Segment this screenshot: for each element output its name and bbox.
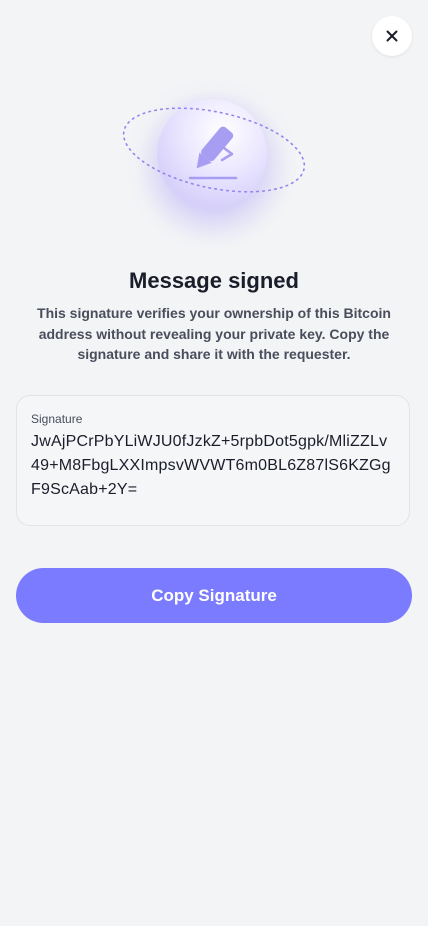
close-button[interactable] [372, 16, 412, 56]
close-icon [386, 30, 398, 42]
signature-label: Signature [31, 412, 83, 426]
description-text: This signature verifies your ownership o… [37, 305, 391, 362]
copy-signature-button[interactable]: Copy Signature [16, 568, 412, 623]
signature-box: Signature JwAjPCrPbYLiWJU0fJzkZ+5rpbDot5… [16, 395, 410, 526]
page-title: Message signed [129, 268, 299, 293]
pen-signature-icon [188, 126, 238, 180]
signature-value[interactable]: JwAjPCrPbYLiWJU0fJzkZ+5rpbDot5gpk/MliZZL… [31, 430, 395, 502]
hero-illustration [104, 78, 324, 258]
